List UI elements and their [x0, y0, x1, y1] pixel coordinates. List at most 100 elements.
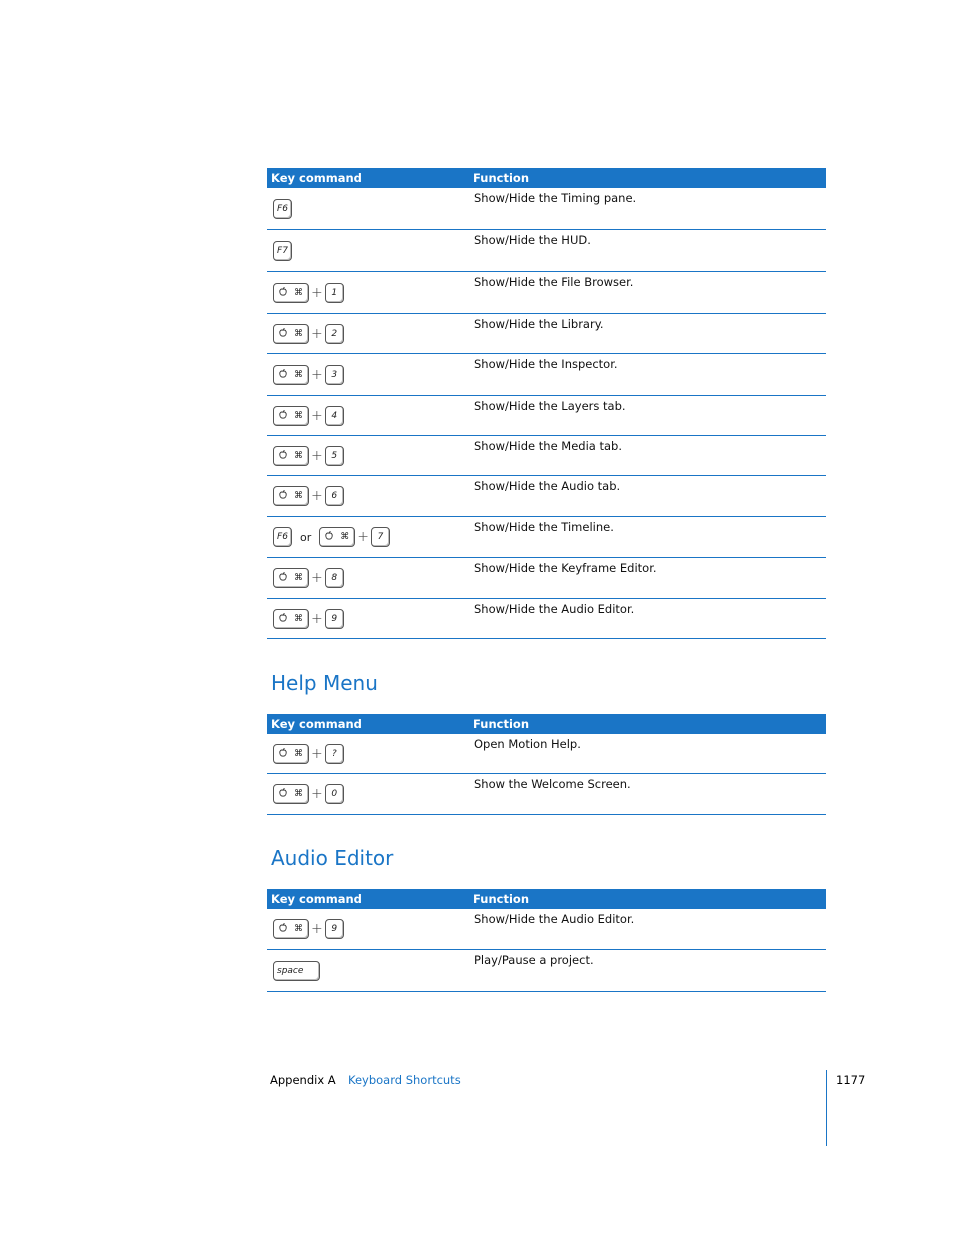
header-function: Function: [473, 892, 530, 906]
key-combination: ⌘ +9: [267, 599, 470, 638]
key-cap: 8: [324, 568, 344, 588]
command-icon: ⌘: [294, 748, 303, 759]
function-description: Show/Hide the Layers tab.: [474, 399, 626, 413]
table-row: ⌘ +1 Show/Hide the File Browser.: [267, 272, 826, 314]
plus-sign: +: [357, 529, 369, 545]
apple-icon: [325, 531, 333, 543]
header-key-command: Key command: [271, 171, 362, 185]
apple-icon: [279, 409, 287, 422]
plus-sign: +: [311, 921, 323, 937]
command-icon: ⌘: [294, 613, 303, 624]
key-combination: ⌘ +1: [267, 272, 470, 313]
plus-sign: +: [311, 786, 323, 802]
table-row: F6 Show/Hide the Timing pane.: [267, 188, 826, 230]
command-icon: ⌘: [294, 287, 303, 298]
key-cap: 0: [324, 784, 344, 804]
table-row: F7 Show/Hide the HUD.: [267, 230, 826, 272]
table-row: ⌘ +9 Show/Hide the Audio Editor.: [267, 909, 826, 950]
command-icon: ⌘: [294, 450, 303, 461]
table-row: ⌘ +5 Show/Hide the Media tab.: [267, 436, 826, 476]
function-description: Show/Hide the Audio Editor.: [474, 602, 635, 616]
key-cap: 4: [324, 405, 344, 426]
header-function: Function: [473, 717, 530, 731]
apple-icon: [279, 449, 287, 462]
command-icon: ⌘: [294, 491, 303, 501]
table-header: Key command Function: [267, 168, 826, 188]
plus-sign: +: [311, 325, 323, 342]
key-cap: 6: [324, 486, 344, 506]
page-number: 1177: [836, 1073, 866, 1087]
apple-command-key: ⌘: [273, 568, 309, 588]
plus-sign: +: [311, 610, 323, 627]
apple-command-key: ⌘: [273, 405, 309, 426]
apple-command-key: ⌘: [273, 784, 309, 804]
header-key-command: Key command: [271, 892, 362, 906]
key-cap: ?: [324, 743, 344, 764]
key-combination: ⌘ +8: [267, 558, 470, 598]
table-row: ⌘ +4 Show/Hide the Layers tab.: [267, 396, 826, 436]
help-menu-heading: Help Menu: [271, 671, 378, 695]
footer-appendix-label: Appendix A: [270, 1073, 336, 1087]
command-icon: ⌘: [294, 789, 303, 799]
plus-sign: +: [311, 366, 323, 383]
header-function: Function: [473, 171, 530, 185]
command-icon: ⌘: [294, 328, 303, 339]
table-header: Key command Function: [267, 889, 826, 909]
space-key: space: [273, 960, 320, 981]
apple-icon: [279, 327, 287, 340]
help-menu-table: Key command Function ⌘ +? Open Motion Help…: [267, 714, 826, 815]
function-description: Show/Hide the Keyframe Editor.: [474, 561, 657, 575]
command-icon: ⌘: [294, 410, 303, 421]
plus-sign: +: [311, 447, 323, 464]
apple-icon: [279, 612, 287, 625]
table-row: space Play/Pause a project.: [267, 950, 826, 992]
key-cap: 7: [371, 527, 390, 547]
key-combination: F6 or ⌘ +7: [267, 517, 470, 557]
apple-command-key: ⌘: [273, 486, 309, 506]
audio-editor-heading: Audio Editor: [271, 846, 394, 870]
key-combination: ⌘ +5: [267, 436, 470, 475]
plus-sign: +: [311, 745, 323, 762]
shortcuts-table-view: Key command Function F6 Show/Hide the Tim…: [267, 168, 826, 639]
apple-command-key: ⌘: [273, 282, 309, 303]
function-description: Show/Hide the File Browser.: [474, 275, 634, 289]
key-combination: ⌘ +3: [267, 354, 470, 395]
table-row: ⌘ +0 Show the Welcome Screen.: [267, 774, 826, 815]
command-icon: ⌘: [340, 532, 350, 542]
or-label: or: [300, 530, 312, 544]
function-description: Show the Welcome Screen.: [474, 777, 631, 791]
key-cap: 9: [324, 608, 344, 629]
key-cap: 9: [324, 919, 344, 939]
table-row: F6 or ⌘ +7 Show/Hide the Timeline.: [267, 517, 826, 558]
apple-command-key: ⌘: [273, 364, 309, 385]
plus-sign: +: [311, 284, 323, 301]
key-combination: ⌘ +?: [267, 734, 470, 773]
apple-icon: [279, 572, 287, 584]
apple-command-key: ⌘: [273, 608, 309, 629]
key-cap: 3: [324, 364, 344, 385]
apple-icon: [279, 490, 287, 502]
function-description: Show/Hide the Media tab.: [474, 439, 623, 453]
function-description: Show/Hide the Timing pane.: [474, 191, 637, 205]
key-combination: space: [267, 950, 470, 991]
apple-command-key: ⌘: [273, 323, 309, 344]
key-combination: ⌘ +9: [267, 909, 470, 949]
footer-divider: [826, 1070, 827, 1146]
key-cap: 5: [324, 445, 344, 466]
command-icon: ⌘: [294, 924, 303, 934]
key-combination: ⌘ +4: [267, 396, 470, 435]
table-row: ⌘ +9 Show/Hide the Audio Editor.: [267, 599, 826, 639]
key-combination: ⌘ +2: [267, 314, 470, 353]
footer-chapter-link[interactable]: Keyboard Shortcuts: [348, 1073, 461, 1087]
apple-icon: [279, 747, 287, 760]
apple-command-key: ⌘: [273, 445, 309, 466]
key-cap: F7: [273, 240, 292, 261]
key-cap: F6: [273, 527, 292, 547]
apple-command-key: ⌘: [273, 919, 309, 939]
table-header: Key command Function: [267, 714, 826, 734]
plus-sign: +: [311, 407, 323, 424]
header-key-command: Key command: [271, 717, 362, 731]
function-description: Show/Hide the Inspector.: [474, 357, 618, 371]
table-row: ⌘ +6 Show/Hide the Audio tab.: [267, 476, 826, 517]
function-description: Show/Hide the Timeline.: [474, 520, 614, 534]
